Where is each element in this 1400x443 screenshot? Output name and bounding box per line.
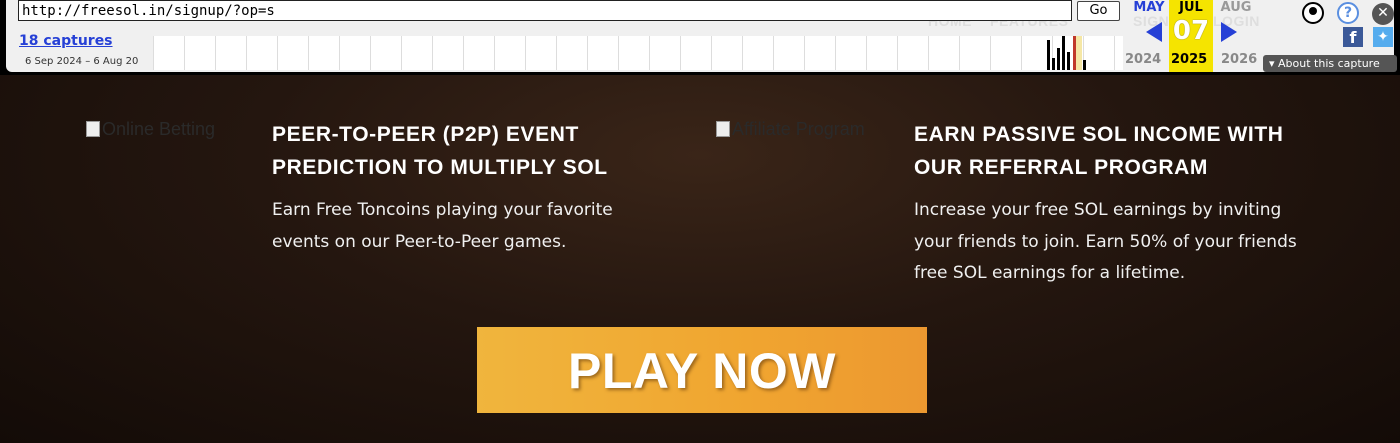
affiliate-program-image-alt: Affiliate Program (732, 119, 865, 139)
next-capture-arrow-icon[interactable] (1221, 22, 1237, 42)
sparkline-bar (1062, 36, 1065, 70)
feature-desc-line: Increase your free SOL earnings by invit… (914, 200, 1282, 220)
current-year: 2025 (1171, 52, 1208, 67)
help-icon[interactable]: ? (1337, 2, 1359, 24)
feature-desc-line: Earn Free Toncoins playing your favorite (272, 200, 613, 220)
capture-date-range: 6 Sep 2024 – 6 Aug 20 (25, 56, 139, 67)
feature-desc-line: free SOL earnings for a lifetime. (914, 263, 1186, 283)
twitter-icon[interactable]: ✦ (1373, 27, 1393, 47)
online-betting-image-alt: Online Betting (102, 119, 216, 139)
sparkline-bar (1057, 48, 1060, 70)
play-now-button[interactable]: PLAY NOW (477, 327, 927, 413)
sparkline-bar (1083, 60, 1086, 70)
about-capture-label: About this capture (1278, 57, 1380, 70)
sparkline-bar-current (1073, 36, 1076, 70)
current-day: 07 (1172, 16, 1210, 46)
prev-month-link[interactable]: MAY (1126, 0, 1172, 15)
feature-title-p2p: PEER-TO-PEER (P2P) EVENT PREDICTION TO M… (272, 118, 608, 184)
sparkline-grid (153, 36, 1123, 70)
feature-desc-line: events on our Peer-to-Peer games. (272, 231, 567, 252)
broken-image-icon (716, 121, 730, 137)
wayback-go-button[interactable]: Go (1077, 1, 1120, 21)
captures-link[interactable]: 18 captures (19, 33, 113, 49)
online-betting-image: Online Betting (86, 119, 215, 140)
feature-title-referral: EARN PASSIVE SOL INCOME WITH OUR REFERRA… (914, 118, 1284, 184)
close-icon[interactable]: ✕ (1372, 3, 1394, 25)
feature-title-line: PREDICTION TO MULTIPLY SOL (272, 156, 608, 179)
sparkline-bar (1067, 52, 1070, 70)
next-month: AUG (1220, 0, 1252, 15)
next-year: 2026 (1221, 52, 1258, 67)
sparkline-bar (1052, 58, 1055, 70)
affiliate-program-image: Affiliate Program (716, 119, 865, 140)
sparkline-bar (1047, 40, 1050, 70)
wayback-toolbar-panel: HOME FEATURES SIGN LOGIN http://freesol.… (6, 0, 1397, 72)
wayback-url-input[interactable]: http://freesol.in/signup/?op=s (18, 0, 1072, 21)
feature-title-line: OUR REFERRAL PROGRAM (914, 156, 1208, 179)
feature-desc-referral: Increase your free SOL earnings by invit… (914, 195, 1297, 290)
capture-sparkline[interactable] (153, 36, 1123, 70)
user-account-icon[interactable] (1302, 2, 1324, 24)
prev-capture-arrow-icon[interactable] (1146, 22, 1162, 42)
wayback-toolbar: HOME FEATURES SIGN LOGIN http://freesol.… (0, 0, 1400, 75)
facebook-icon[interactable]: f (1343, 27, 1363, 47)
feature-title-line: PEER-TO-PEER (P2P) EVENT (272, 123, 579, 146)
feature-desc-p2p: Earn Free Toncoins playing your favorite… (272, 195, 613, 258)
feature-title-line: EARN PASSIVE SOL INCOME WITH (914, 123, 1284, 146)
prev-year: 2024 (1125, 52, 1162, 67)
about-capture-button[interactable]: ▾ About this capture (1263, 55, 1397, 72)
feature-desc-line: your friends to join. Earn 50% of your f… (914, 231, 1297, 252)
broken-image-icon (86, 121, 100, 137)
